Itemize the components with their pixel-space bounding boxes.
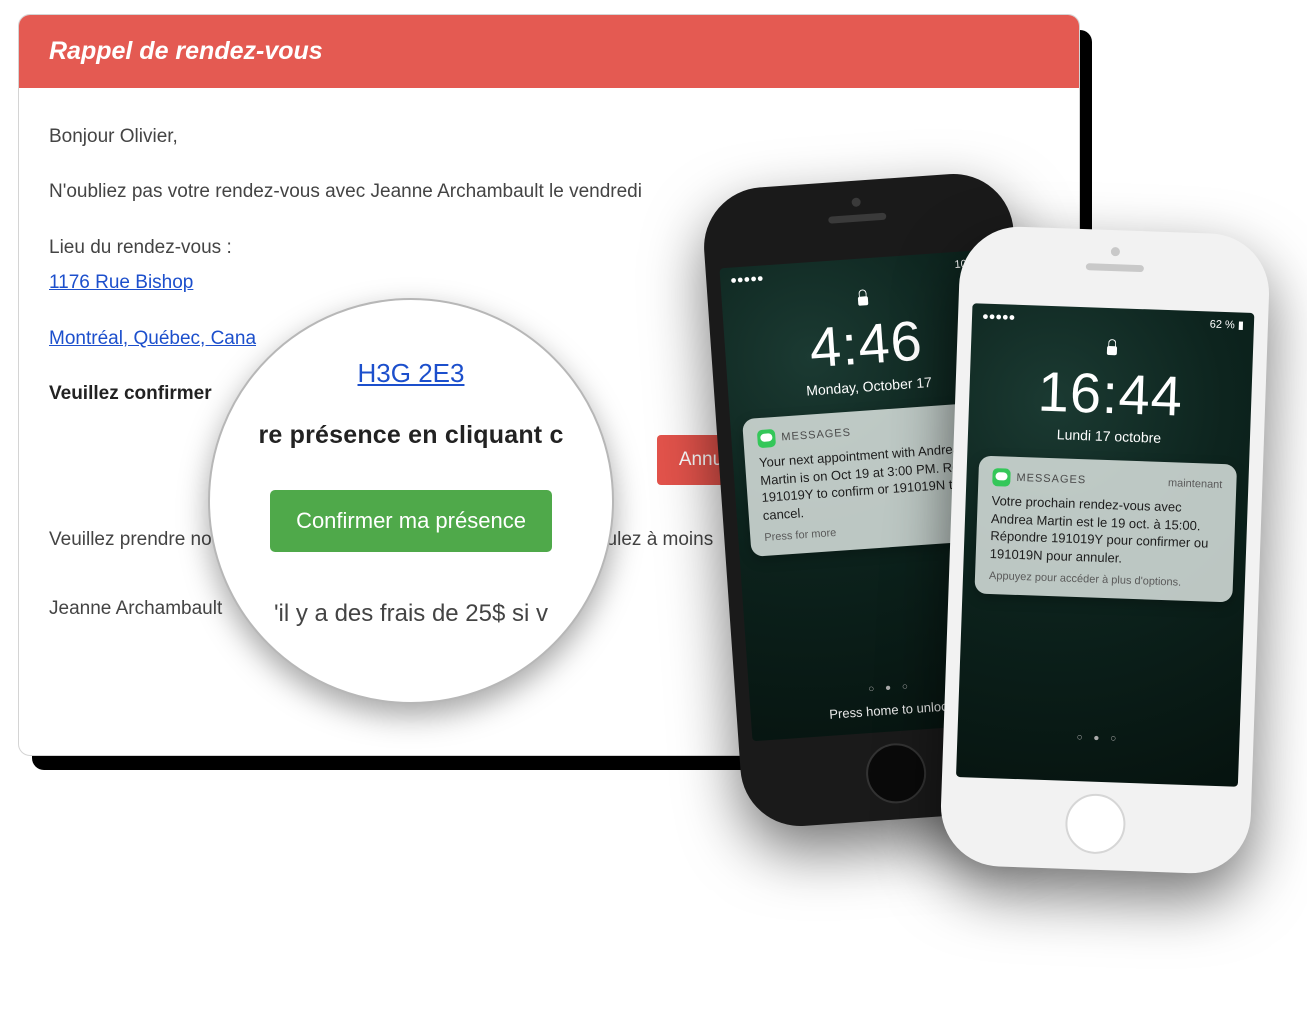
- magnifier-confirm-button[interactable]: Confirmer ma présence: [270, 490, 552, 552]
- phone-white-screen: ●●●●● 62 % ▮ 16:44 Lundi 17 octobre MESS…: [956, 303, 1254, 787]
- magnifier-postal: H3G 2E3: [240, 358, 582, 389]
- home-button[interactable]: [864, 741, 928, 805]
- notification-app: MESSAGES: [757, 424, 852, 448]
- phone-camera-icon: [1111, 247, 1120, 256]
- messages-icon: [757, 429, 776, 448]
- email-header: Rappel de rendez-vous: [19, 15, 1079, 88]
- phone-speaker-icon: [1086, 263, 1144, 272]
- notification-card[interactable]: MESSAGES maintenant Votre prochain rende…: [974, 456, 1237, 603]
- notification-app: MESSAGES: [992, 468, 1086, 489]
- notification-body: Votre prochain rendez-vous avec Andrea M…: [990, 492, 1222, 570]
- phone-white: ●●●●● 62 % ▮ 16:44 Lundi 17 octobre MESS…: [939, 225, 1271, 875]
- notification-app-label: MESSAGES: [781, 427, 851, 444]
- home-button[interactable]: [1064, 793, 1126, 855]
- stage: Rappel de rendez-vous Bonjour Olivier, N…: [0, 0, 1307, 1031]
- notification-time: maintenant: [1168, 477, 1223, 491]
- lock-icon: [1105, 339, 1120, 357]
- messages-icon: [992, 468, 1011, 487]
- signal-icon: ●●●●●: [730, 272, 764, 286]
- phone-camera-icon: [851, 197, 861, 207]
- magnifier-content: H3G 2E3 re présence en cliquant c Confir…: [210, 300, 612, 702]
- battery-icon: 62 % ▮: [1210, 318, 1245, 332]
- signal-icon: ●●●●●: [982, 310, 1016, 323]
- notification-app-label: MESSAGES: [1016, 472, 1086, 486]
- page-dots: ○ ● ○: [957, 728, 1239, 749]
- notification-more: Appuyez pour accéder à plus d'options.: [989, 570, 1219, 590]
- status-bar: ●●●●● 62 % ▮: [972, 303, 1255, 338]
- phone-speaker-icon: [828, 213, 886, 224]
- lock-icon: [855, 289, 870, 308]
- email-greeting: Bonjour Olivier,: [49, 122, 1049, 151]
- email-address-line1[interactable]: 1176 Rue Bishop: [49, 272, 193, 293]
- magnifier-fee-text: 'il y a des frais de 25$ si v: [240, 600, 582, 628]
- magnifier-bold-text: re présence en cliquant c: [240, 421, 582, 450]
- magnifier-lens: H3G 2E3 re présence en cliquant c Confir…: [208, 298, 614, 704]
- notification-header: MESSAGES maintenant: [992, 468, 1222, 494]
- lockscreen-time: 16:44: [968, 356, 1252, 431]
- email-header-title: Rappel de rendez-vous: [49, 37, 323, 65]
